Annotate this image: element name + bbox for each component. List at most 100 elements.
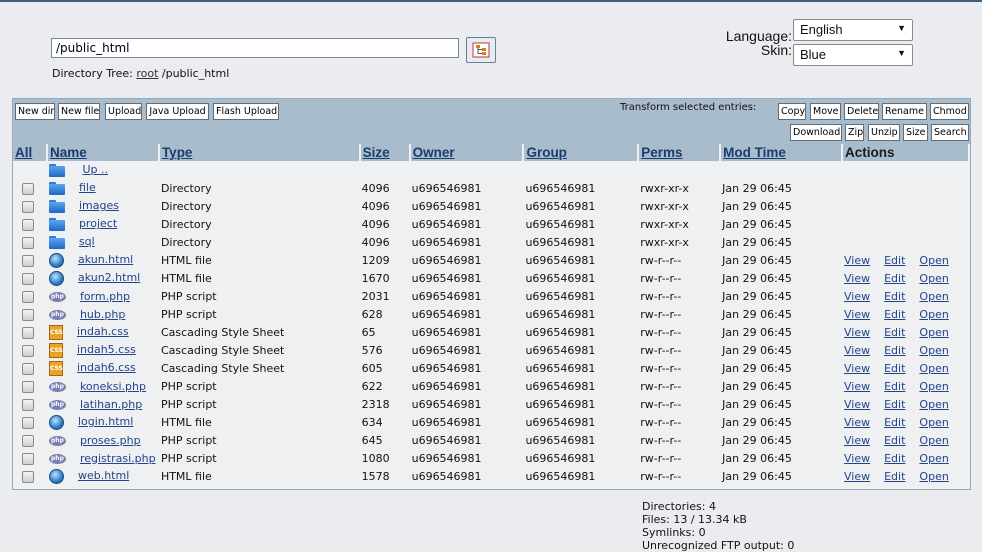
file-name-link[interactable]: images: [79, 199, 119, 212]
column-type[interactable]: Type: [158, 144, 361, 161]
row-checkbox[interactable]: [22, 452, 34, 465]
edit-link[interactable]: Edit: [884, 254, 905, 267]
open-link[interactable]: Open: [919, 290, 948, 303]
zip-button[interactable]: Zip: [845, 124, 864, 141]
directory-path-input[interactable]: [51, 38, 459, 58]
delete-button[interactable]: Delete: [844, 103, 879, 120]
file-name-link[interactable]: proses.php: [80, 434, 141, 447]
copy-button[interactable]: Copy: [778, 103, 806, 120]
chmod-button[interactable]: Chmod: [930, 103, 969, 120]
view-link[interactable]: View: [844, 398, 870, 411]
edit-link[interactable]: Edit: [884, 452, 905, 465]
flash-upload-button[interactable]: Flash Upload: [213, 103, 279, 120]
directory-tree-button[interactable]: [466, 37, 496, 63]
edit-link[interactable]: Edit: [884, 398, 905, 411]
view-link[interactable]: View: [844, 380, 870, 393]
open-link[interactable]: Open: [919, 362, 948, 375]
file-name-link[interactable]: indah6.css: [77, 361, 136, 374]
edit-link[interactable]: Edit: [884, 434, 905, 447]
file-name-link[interactable]: login.html: [78, 415, 133, 428]
search-button[interactable]: Search: [931, 124, 969, 141]
open-link[interactable]: Open: [919, 416, 948, 429]
view-link[interactable]: View: [844, 326, 870, 339]
row-checkbox[interactable]: [22, 236, 34, 249]
view-link[interactable]: View: [844, 470, 870, 483]
unzip-button[interactable]: Unzip: [868, 124, 900, 141]
upload-button[interactable]: Upload: [105, 103, 142, 120]
view-link[interactable]: View: [844, 254, 870, 267]
column-name[interactable]: Name: [46, 144, 160, 161]
view-link[interactable]: View: [844, 434, 870, 447]
file-name-link[interactable]: registrasi.php: [80, 452, 156, 465]
up-link[interactable]: Up ..: [82, 163, 108, 176]
file-name-link[interactable]: project: [79, 217, 117, 230]
column-all[interactable]: All: [13, 144, 48, 161]
file-name-link[interactable]: sql: [79, 235, 95, 248]
edit-link[interactable]: Edit: [884, 326, 905, 339]
column-group[interactable]: Group: [523, 144, 640, 161]
row-checkbox[interactable]: [22, 362, 34, 375]
edit-link[interactable]: Edit: [884, 272, 905, 285]
row-checkbox[interactable]: [22, 272, 34, 285]
open-link[interactable]: Open: [919, 398, 948, 411]
view-link[interactable]: View: [844, 344, 870, 357]
file-name-link[interactable]: web.html: [78, 469, 129, 482]
edit-link[interactable]: Edit: [884, 362, 905, 375]
new-file-button[interactable]: New file: [58, 103, 100, 120]
file-name-link[interactable]: indah.css: [77, 325, 129, 338]
edit-link[interactable]: Edit: [884, 470, 905, 483]
view-link[interactable]: View: [844, 362, 870, 375]
row-checkbox[interactable]: [22, 308, 34, 321]
row-checkbox[interactable]: [22, 434, 34, 447]
download-button[interactable]: Download: [790, 124, 842, 141]
row-checkbox[interactable]: [22, 470, 34, 483]
edit-link[interactable]: Edit: [884, 380, 905, 393]
file-name-link[interactable]: indah5.css: [77, 343, 136, 356]
open-link[interactable]: Open: [919, 272, 948, 285]
open-link[interactable]: Open: [919, 470, 948, 483]
language-select[interactable]: English ▼: [793, 19, 913, 41]
row-checkbox[interactable]: [22, 398, 34, 411]
size-button[interactable]: Size: [903, 124, 928, 141]
row-checkbox[interactable]: [22, 254, 34, 267]
open-link[interactable]: Open: [919, 344, 948, 357]
row-checkbox[interactable]: [22, 290, 34, 303]
row-checkbox[interactable]: [22, 218, 34, 231]
edit-link[interactable]: Edit: [884, 344, 905, 357]
edit-link[interactable]: Edit: [884, 308, 905, 321]
view-link[interactable]: View: [844, 272, 870, 285]
file-name-link[interactable]: form.php: [80, 290, 130, 303]
view-link[interactable]: View: [844, 308, 870, 321]
file-name-link[interactable]: file: [79, 181, 96, 194]
open-link[interactable]: Open: [919, 254, 948, 267]
row-checkbox[interactable]: [22, 200, 34, 213]
edit-link[interactable]: Edit: [884, 416, 905, 429]
view-link[interactable]: View: [844, 452, 870, 465]
view-link[interactable]: View: [844, 290, 870, 303]
file-name-link[interactable]: hub.php: [80, 308, 125, 321]
move-button[interactable]: Move: [810, 103, 841, 120]
open-link[interactable]: Open: [919, 308, 948, 321]
row-checkbox[interactable]: [22, 326, 34, 339]
open-link[interactable]: Open: [919, 380, 948, 393]
row-checkbox[interactable]: [22, 344, 34, 357]
row-checkbox[interactable]: [22, 380, 34, 393]
java-upload-button[interactable]: Java Upload: [146, 103, 209, 120]
column-owner[interactable]: Owner: [409, 144, 525, 161]
file-name-link[interactable]: latihan.php: [80, 398, 142, 411]
row-checkbox[interactable]: [22, 182, 34, 195]
open-link[interactable]: Open: [919, 452, 948, 465]
file-name-link[interactable]: koneksi.php: [80, 380, 146, 393]
rename-button[interactable]: Rename: [882, 103, 927, 120]
row-checkbox[interactable]: [22, 416, 34, 429]
column-perms[interactable]: Perms: [638, 144, 722, 161]
file-name-link[interactable]: akun2.html: [78, 271, 140, 284]
directory-tree-root-link[interactable]: root: [136, 67, 158, 80]
new-dir-button[interactable]: New dir: [15, 103, 55, 120]
column-mod-time[interactable]: Mod Time: [720, 144, 843, 161]
skin-select[interactable]: Blue ▼: [793, 44, 913, 66]
file-name-link[interactable]: akun.html: [78, 253, 133, 266]
view-link[interactable]: View: [844, 416, 870, 429]
open-link[interactable]: Open: [919, 326, 948, 339]
open-link[interactable]: Open: [919, 434, 948, 447]
